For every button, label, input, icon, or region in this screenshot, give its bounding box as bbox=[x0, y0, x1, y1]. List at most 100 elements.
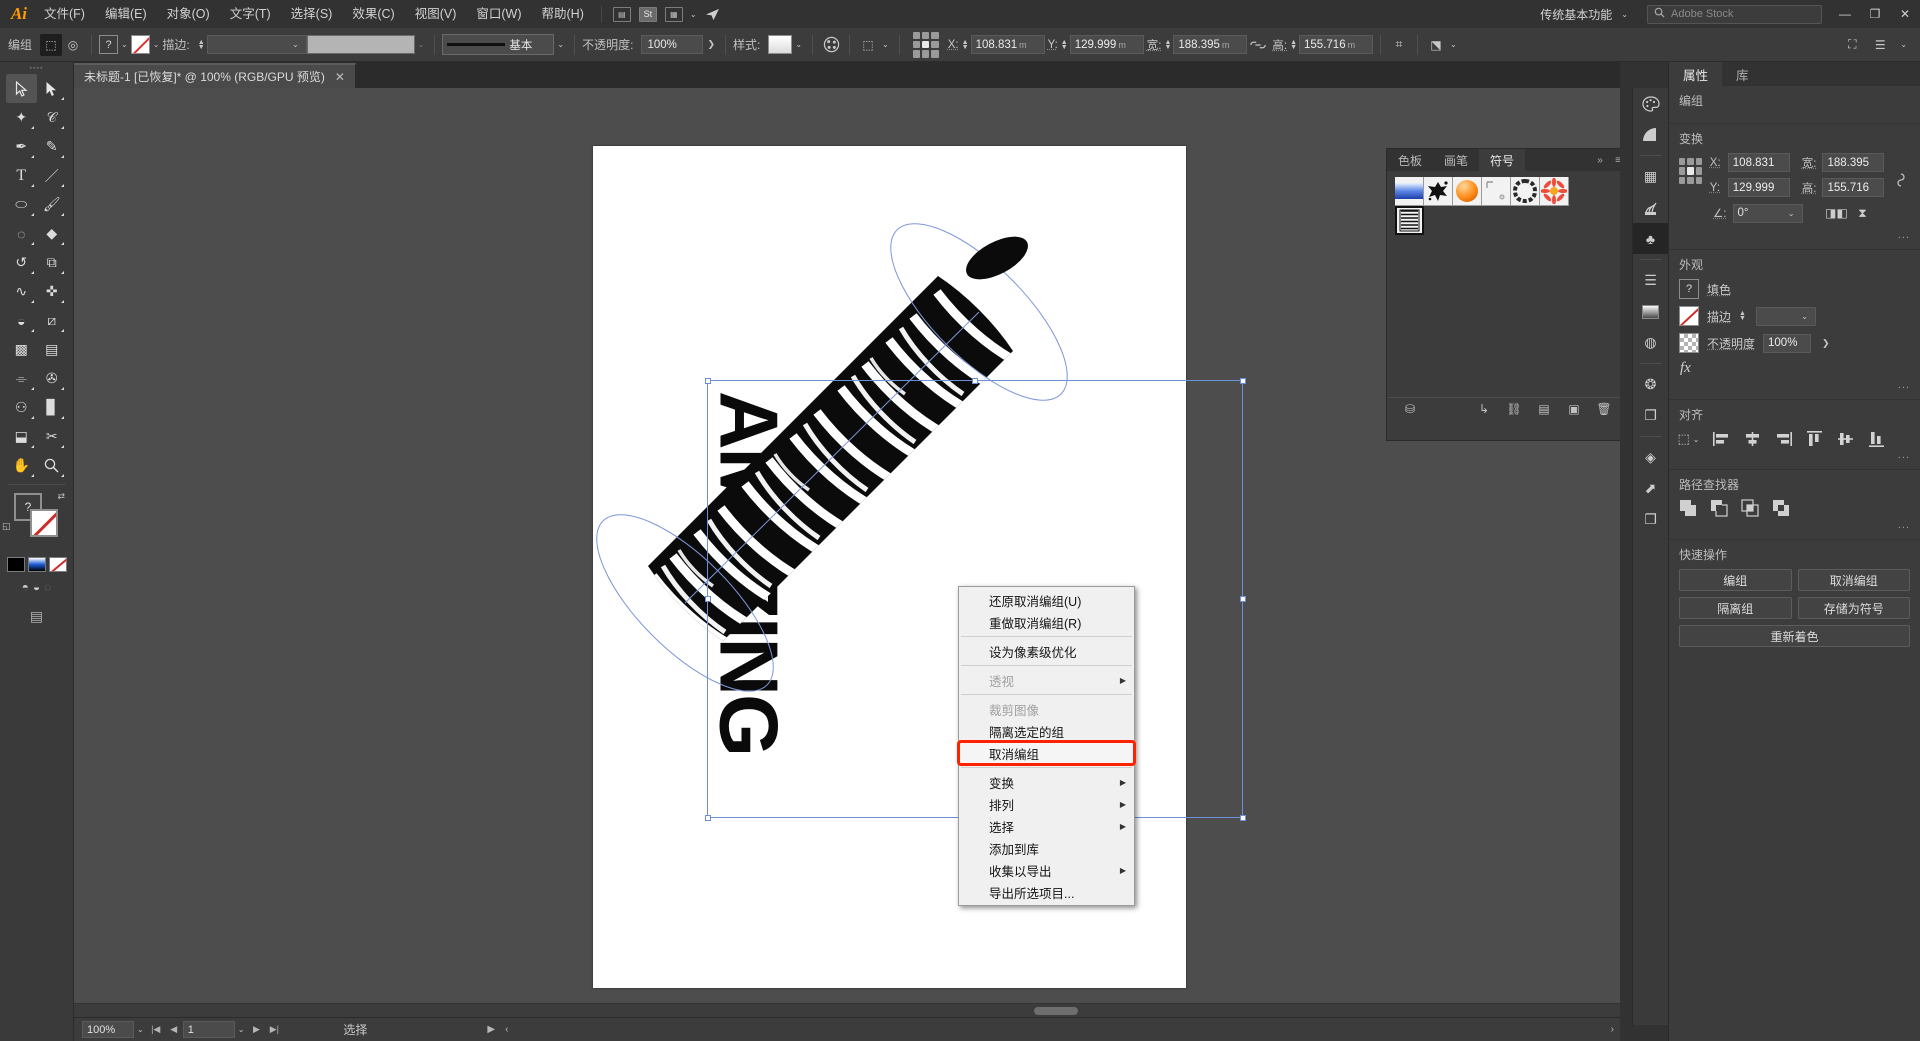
transform-reference-point-grid[interactable] bbox=[1679, 158, 1702, 184]
symbol-libraries-icon[interactable]: ⛁ bbox=[1395, 402, 1425, 416]
zoom-tool[interactable] bbox=[37, 451, 68, 480]
drawing-mode-inside-icon[interactable]: ◌ bbox=[44, 580, 51, 594]
swatches-panel-icon[interactable]: ▦ bbox=[1633, 161, 1668, 192]
tab-properties[interactable]: 属性 bbox=[1669, 62, 1722, 86]
collapse-panel-icon[interactable]: » bbox=[1591, 149, 1609, 171]
graphic-style-swatch[interactable] bbox=[768, 35, 792, 54]
select-behind-icon[interactable]: ⬔ bbox=[1425, 34, 1447, 56]
selection-handle-tr[interactable] bbox=[1240, 378, 1246, 384]
symbol-gradient-bar[interactable] bbox=[1395, 177, 1424, 206]
flip-vertical-icon[interactable]: ⧗ bbox=[1853, 203, 1873, 223]
selection-handle-mr[interactable] bbox=[1240, 596, 1246, 602]
appearance-stroke-weight-combo[interactable]: ⌄ bbox=[1756, 307, 1816, 326]
direct-selection-tool[interactable] bbox=[37, 74, 68, 103]
canvas-horizontal-scrollbar[interactable] bbox=[74, 1003, 1620, 1017]
width-stepper[interactable]: ▲▼ bbox=[1164, 40, 1171, 50]
appearance-fill-swatch[interactable]: ? bbox=[1679, 279, 1699, 299]
symbols-panel-icon[interactable]: ♣ bbox=[1633, 223, 1668, 254]
tab-libraries[interactable]: 库 bbox=[1722, 62, 1763, 86]
slice-tool[interactable]: ✂ bbox=[37, 422, 68, 451]
intersect-icon[interactable] bbox=[1741, 499, 1761, 519]
tab-brushes[interactable]: 画笔 bbox=[1433, 149, 1479, 171]
prop-angle-input[interactable]: 0° ⌄ bbox=[1733, 204, 1803, 223]
scale-tool[interactable]: ⧉ bbox=[37, 248, 68, 277]
opacity-popup-icon[interactable]: ❯ bbox=[707, 39, 715, 50]
rotate-tool[interactable]: ↺ bbox=[6, 248, 37, 277]
gradient-swatch[interactable] bbox=[28, 557, 46, 572]
menu-select[interactable]: 选择(S) bbox=[281, 1, 343, 27]
selection-handle-ml[interactable] bbox=[705, 596, 711, 602]
change-screen-mode-icon[interactable]: ▤ bbox=[0, 608, 73, 625]
fx-button[interactable]: fx bbox=[1680, 360, 1910, 377]
status-expand-icon[interactable]: › bbox=[1611, 1024, 1620, 1035]
exclude-icon[interactable] bbox=[1772, 499, 1792, 519]
maximize-button[interactable]: ❐ bbox=[1860, 0, 1890, 28]
context-menu-item-collect-for-export[interactable]: 收集以导出 ▶ bbox=[959, 859, 1134, 881]
align-center-horizontal-icon[interactable] bbox=[1741, 429, 1763, 449]
color-guide-panel-icon[interactable] bbox=[1633, 119, 1668, 150]
context-menu[interactable]: 还原取消编组(U) 重做取消编组(R) 设为像素级优化 透视 ▶ 裁剪图像 隔离… bbox=[958, 586, 1135, 906]
align-bottom-icon[interactable] bbox=[1865, 429, 1887, 449]
y-stepper[interactable]: ▲▼ bbox=[1061, 40, 1068, 50]
color-panel-icon[interactable] bbox=[1633, 88, 1668, 119]
fill-color-swatch[interactable]: ? bbox=[99, 35, 118, 54]
workspace-switcher[interactable]: 传统基本功能 ⌄ bbox=[1532, 3, 1639, 25]
appearance-opacity-input[interactable]: 100% bbox=[1763, 334, 1811, 353]
zoom-chevron-down-icon[interactable]: ⌄ bbox=[137, 1025, 144, 1034]
tab-swatches[interactable]: 色板 bbox=[1387, 149, 1433, 171]
menu-window[interactable]: 窗口(W) bbox=[466, 1, 531, 27]
width-input[interactable]: 188.395 m bbox=[1173, 35, 1247, 54]
asset-export-panel-icon[interactable]: ⬈ bbox=[1633, 473, 1668, 504]
layers-panel-icon[interactable]: ◈ bbox=[1633, 442, 1668, 473]
lasso-tool[interactable]: 𝒞 bbox=[37, 103, 68, 132]
appearance-stroke-stepper[interactable]: ▲▼ bbox=[1739, 311, 1746, 321]
recolor-artwork-icon[interactable] bbox=[820, 34, 842, 56]
y-input[interactable]: 129.999 m bbox=[1070, 35, 1144, 54]
arrange-documents-control-icon[interactable]: ⛶ bbox=[1841, 34, 1863, 56]
column-graph-tool[interactable]: ▊ bbox=[37, 393, 68, 422]
brush-definition-combo[interactable]: 基本 bbox=[442, 34, 554, 55]
selection-tool[interactable] bbox=[6, 74, 37, 103]
artboard-tool[interactable]: ⬓ bbox=[6, 422, 37, 451]
style-chevron-down-icon[interactable]: ⌄ bbox=[795, 40, 802, 49]
context-menu-item-select[interactable]: 选择 ▶ bbox=[959, 815, 1134, 837]
artboard-chevron-down-icon[interactable]: ⌄ bbox=[238, 1025, 245, 1034]
context-menu-item-undo-ungroup[interactable]: 还原取消编组(U) bbox=[959, 589, 1134, 611]
library-icon[interactable]: ▦ bbox=[663, 4, 685, 24]
curvature-tool[interactable]: ✎ bbox=[37, 132, 68, 161]
stroke-chevron-down-icon[interactable]: ⌄ bbox=[153, 40, 160, 49]
symbol-ink-splat[interactable] bbox=[1424, 177, 1453, 206]
height-stepper[interactable]: ▲▼ bbox=[1290, 40, 1297, 50]
transform-more-options[interactable]: ... bbox=[1679, 229, 1910, 241]
ellipse-tool[interactable]: ⬭ bbox=[6, 190, 37, 219]
free-transform-tool[interactable]: ✜ bbox=[37, 277, 68, 306]
break-link-icon[interactable]: ⛓ bbox=[1499, 402, 1529, 416]
gradient-tool[interactable]: ▤ bbox=[37, 335, 68, 364]
stock-search-input[interactable]: Adobe Stock bbox=[1647, 5, 1822, 24]
menu-file[interactable]: 文件(F) bbox=[34, 1, 95, 27]
constrain-proportions-icon[interactable] bbox=[1247, 34, 1269, 56]
x-input[interactable]: 108.831 m bbox=[971, 35, 1045, 54]
symbol-rope-ring[interactable] bbox=[1511, 177, 1540, 206]
stroke-color-swatch[interactable] bbox=[131, 35, 150, 54]
symbol-options-icon[interactable]: ▤ bbox=[1529, 402, 1559, 416]
hand-tool[interactable]: ✋ bbox=[6, 451, 37, 480]
context-menu-item-isolate-selected-group[interactable]: 隔离选定的组 bbox=[959, 720, 1134, 742]
fill-chevron-down-icon[interactable]: ⌄ bbox=[121, 40, 128, 49]
isolate-group-button[interactable]: 隔离组 bbox=[1679, 597, 1792, 619]
close-button[interactable]: ✕ bbox=[1890, 0, 1920, 28]
appearance-stroke-swatch[interactable] bbox=[1679, 306, 1699, 326]
flip-horizontal-icon[interactable]: ◨◧ bbox=[1827, 203, 1847, 223]
align-more-options[interactable]: ... bbox=[1679, 449, 1910, 461]
select-similar-objects-icon[interactable]: ⬚ bbox=[40, 34, 62, 56]
last-artboard-icon[interactable]: ▶| bbox=[265, 1024, 283, 1035]
document-close-icon[interactable]: ✕ bbox=[335, 70, 345, 84]
previous-artboard-icon[interactable]: ◀ bbox=[165, 1024, 183, 1035]
opacity-input[interactable]: 100% bbox=[641, 35, 703, 54]
isolate-selected-icon[interactable]: ◎ bbox=[62, 34, 84, 56]
symbol-amazing-artwork[interactable] bbox=[1395, 206, 1424, 235]
stroke-weight-stepper[interactable]: ▲▼ bbox=[198, 40, 205, 50]
selection-handle-br[interactable] bbox=[1240, 815, 1246, 821]
stroke-weight-combo[interactable]: ⌄ bbox=[207, 35, 307, 54]
symbols-panel[interactable]: 色板 画笔 符号 » ≡ bbox=[1386, 148, 1620, 441]
